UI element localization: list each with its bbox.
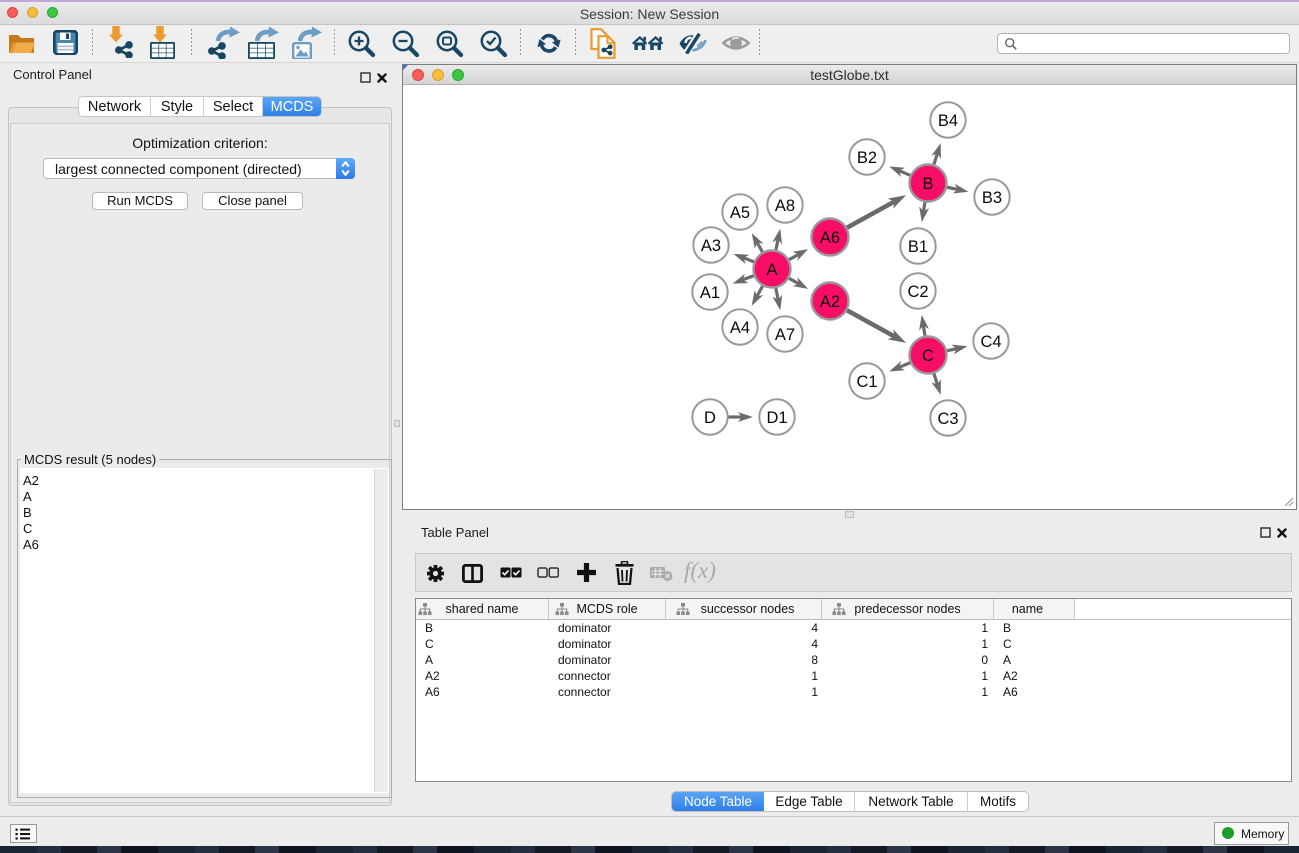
svg-text:C: C [922,347,934,365]
svg-text:A5: A5 [730,204,750,222]
svg-text:D: D [704,409,716,427]
svg-text:B3: B3 [982,189,1002,207]
svg-text:A3: A3 [701,237,721,255]
svg-text:A6: A6 [820,229,840,247]
svg-text:A7: A7 [775,326,795,344]
svg-text:D1: D1 [766,409,787,427]
svg-text:B: B [922,175,933,193]
svg-text:A1: A1 [700,284,720,302]
svg-text:C2: C2 [907,283,928,301]
svg-text:C4: C4 [980,333,1001,351]
svg-text:A8: A8 [775,197,795,215]
svg-text:C3: C3 [937,410,958,428]
svg-text:C1: C1 [856,373,877,391]
svg-text:A: A [766,261,777,279]
svg-text:B1: B1 [908,238,928,256]
svg-text:A2: A2 [820,293,840,311]
svg-text:A4: A4 [730,319,750,337]
svg-text:B2: B2 [857,149,877,167]
svg-text:B4: B4 [938,112,958,130]
